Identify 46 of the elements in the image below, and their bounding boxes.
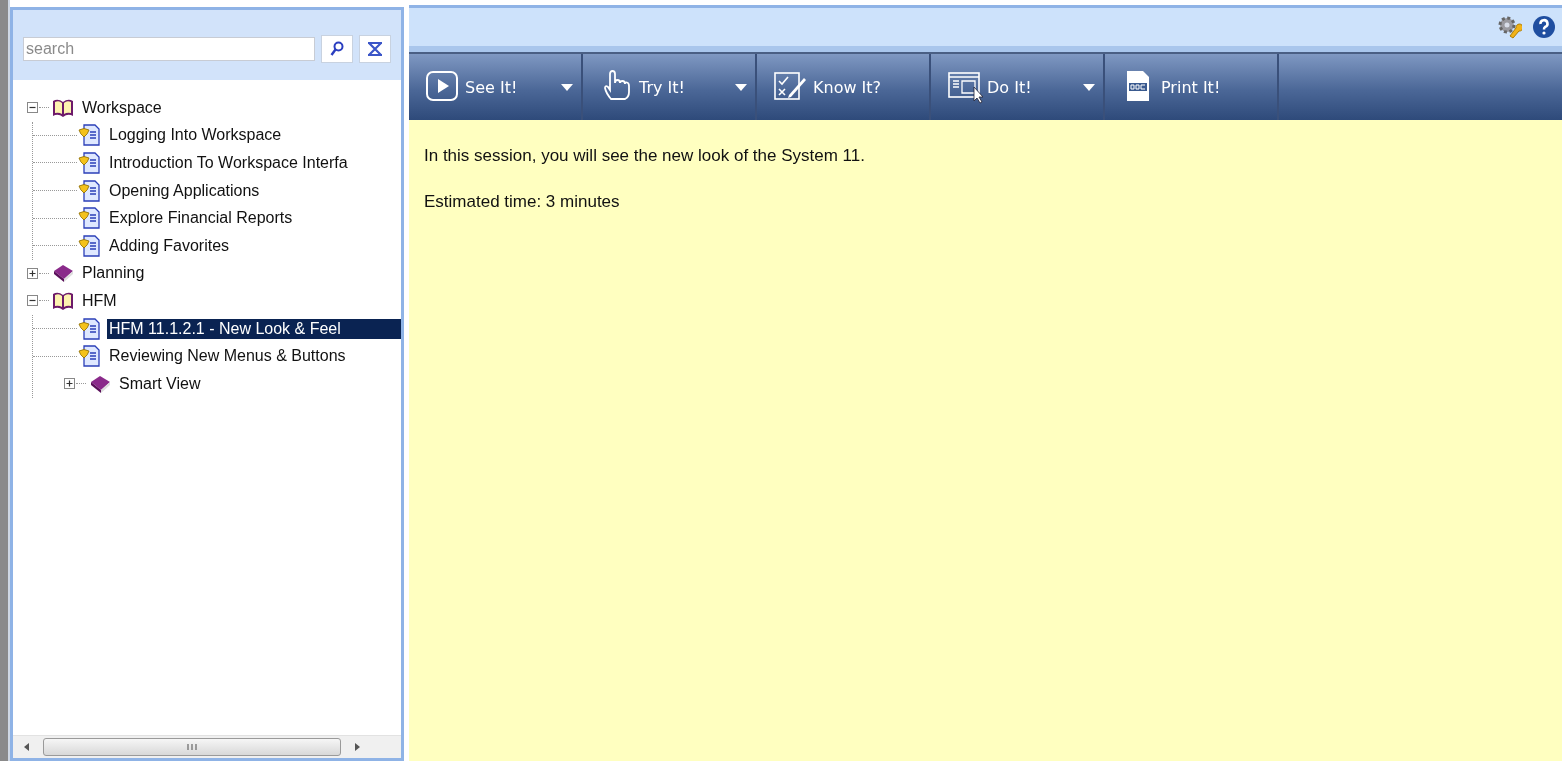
tree-item[interactable]: Opening Applications: [107, 180, 262, 201]
clear-filter-icon: [367, 41, 383, 57]
screen-cursor-icon: [947, 69, 983, 105]
scrollbar-thumb[interactable]: [43, 738, 341, 756]
topic-icon: [78, 152, 102, 174]
grip-icon: [186, 743, 198, 751]
topic-icon: [78, 234, 102, 257]
search-button[interactable]: [321, 35, 353, 63]
help-icon[interactable]: [1532, 15, 1556, 39]
toolbar-button[interactable]: See It!: [409, 54, 522, 120]
search-field[interactable]: search: [23, 37, 315, 61]
collapse-icon[interactable]: [27, 295, 38, 307]
tree-item[interactable]: HFM: [80, 290, 119, 311]
paragraph: In this session, you will see the new look of the System 11.: [424, 146, 866, 166]
dropdown-caret-icon[interactable]: [735, 84, 747, 91]
book-icon: [51, 262, 75, 285]
expand-icon[interactable]: [64, 378, 75, 390]
tree-item[interactable]: Logging Into Workspace: [107, 125, 284, 146]
topic-icon: [78, 207, 102, 230]
clear-search-button[interactable]: [359, 35, 391, 63]
toolbar-button[interactable]: Try It!: [583, 54, 689, 120]
topic-icon: [78, 345, 102, 368]
toolbar-button[interactable]: Do It!: [931, 54, 1036, 120]
tree-item[interactable]: Planning: [80, 263, 147, 284]
tree-item[interactable]: Introduction To Workspace Interfa: [107, 153, 350, 173]
tree-item[interactable]: Explore Financial Reports: [107, 208, 295, 229]
tree-item[interactable]: Adding Favorites: [107, 235, 232, 256]
topic-icon: [78, 124, 102, 147]
tree-item[interactable]: HFM 11.1.2.1 - New Look & Feel: [107, 318, 401, 339]
topic-icon: [78, 317, 102, 340]
paragraph: Estimated time: 3 minutes: [424, 192, 621, 212]
topic-icon: [78, 179, 102, 202]
scroll-right-icon[interactable]: [353, 742, 361, 752]
search-icon: [330, 41, 344, 57]
toolbar-button[interactable]: Know It?: [757, 54, 886, 120]
tree-item[interactable]: Smart View: [117, 373, 203, 394]
tree-item[interactable]: Reviewing New Menus & Buttons: [107, 346, 348, 367]
dropdown-caret-icon[interactable]: [561, 84, 573, 91]
toolbar-button[interactable]: Print It!: [1105, 54, 1225, 120]
horizontal-scrollbar[interactable]: [13, 735, 401, 758]
scroll-left-icon[interactable]: [23, 742, 31, 752]
expand-icon[interactable]: [27, 267, 38, 279]
settings-icon[interactable]: [1496, 14, 1522, 40]
dropdown-caret-icon[interactable]: [1083, 84, 1095, 91]
tree-item[interactable]: Workspace: [80, 97, 164, 118]
collapse-icon[interactable]: [27, 102, 38, 114]
